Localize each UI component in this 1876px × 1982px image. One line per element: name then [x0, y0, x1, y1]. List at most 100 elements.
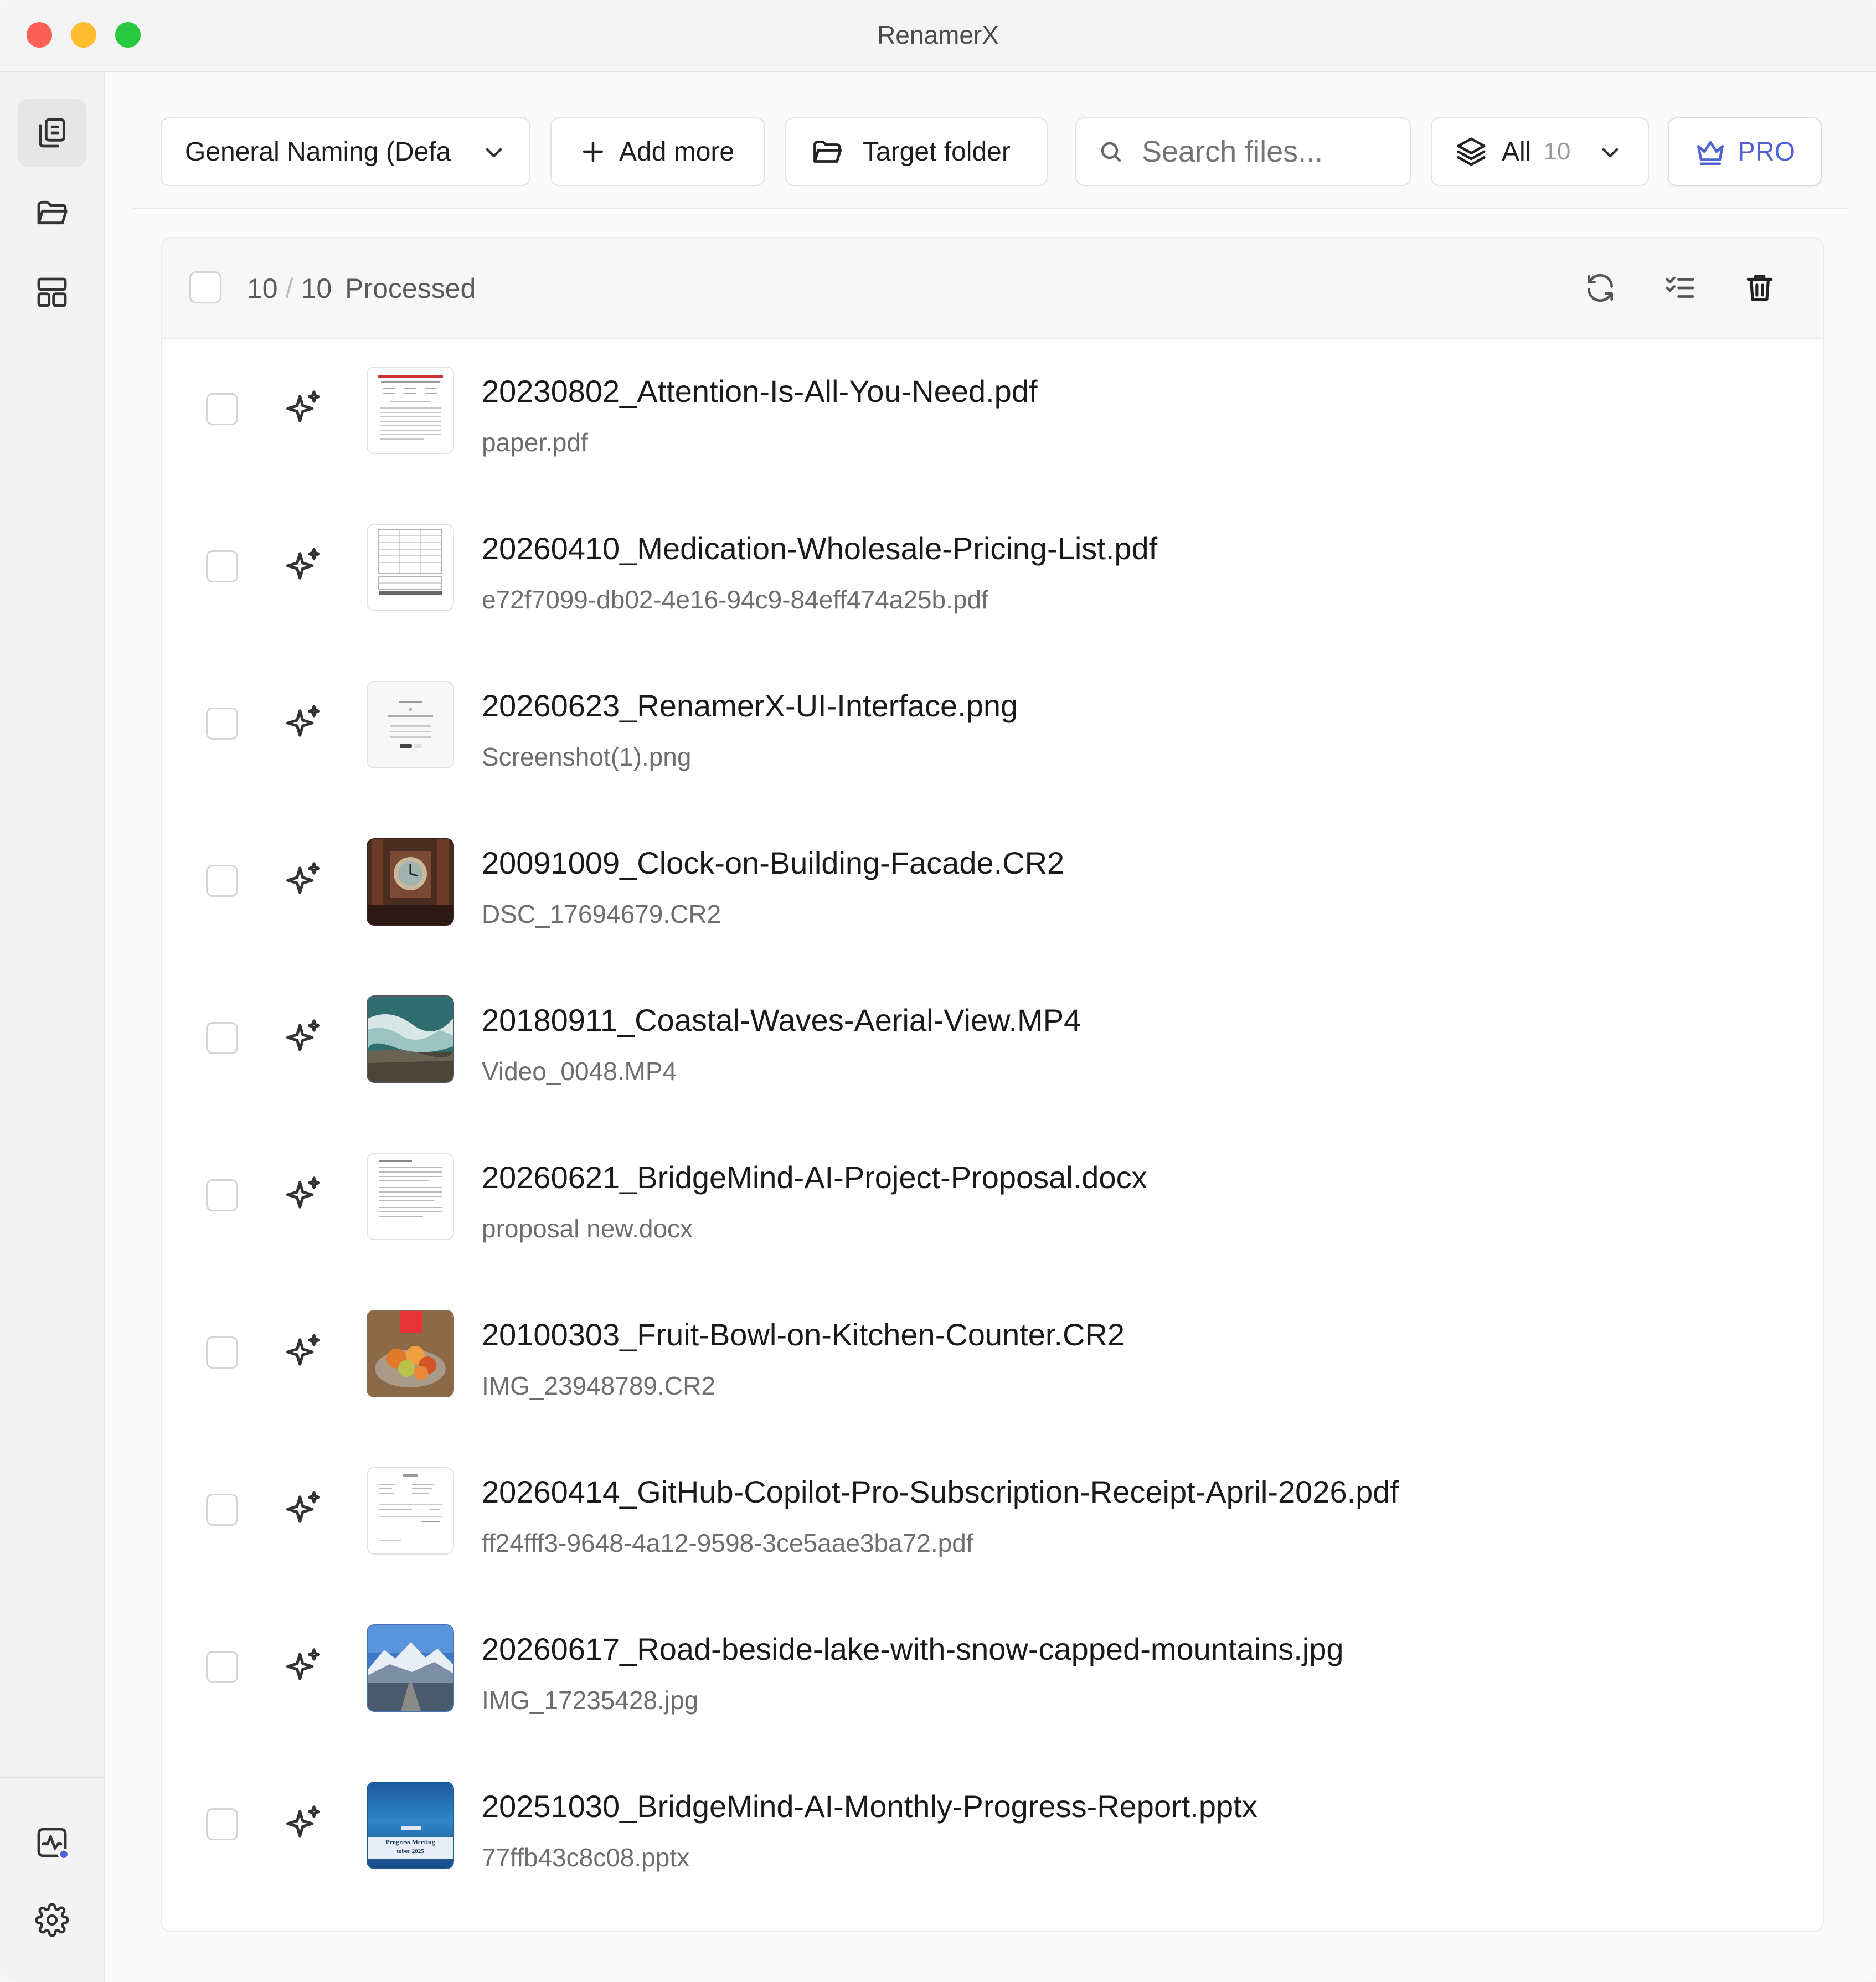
select-all-checkbox[interactable] — [189, 271, 221, 303]
processed-count: 10 — [247, 273, 278, 304]
gear-icon — [35, 1903, 69, 1937]
sidebar-item-files[interactable] — [18, 99, 86, 167]
naming-preset-dropdown[interactable]: General Naming (Defa — [161, 117, 530, 186]
file-row[interactable]: 20230802_Attention-Is-All-You-Need.pdf p… — [162, 339, 1823, 496]
app-window: RenamerX General Naming (Defa Add more T… — [0, 0, 1876, 1982]
file-thumbnail — [367, 1310, 454, 1397]
new-filename: 20260414_GitHub-Copilot-Pro-Subscription… — [482, 1474, 1399, 1509]
count-separator: / — [285, 273, 293, 304]
crown-icon — [1697, 141, 1724, 166]
new-filename: 20091009_Clock-on-Building-Facade.CR2 — [482, 845, 1065, 880]
sidebar-item-settings[interactable] — [18, 1886, 86, 1954]
file-row[interactable]: 20260414_GitHub-Copilot-Pro-Subscription… — [162, 1439, 1823, 1597]
original-filename: 77ffb43c8c08.pptx — [482, 1843, 690, 1872]
sidebar-item-folders[interactable] — [18, 178, 86, 247]
delete-button[interactable] — [1741, 269, 1779, 307]
slide-caption-line-1: Progress Meeting — [385, 1838, 435, 1846]
original-filename: DSC_17694679.CR2 — [482, 900, 721, 928]
file-thumbnail — [367, 1467, 454, 1555]
title-bar: RenamerX — [0, 0, 1876, 72]
row-checkbox[interactable] — [206, 708, 238, 740]
sidebar-item-activity[interactable] — [18, 1808, 86, 1877]
slide-logo — [401, 1826, 421, 1830]
layers-icon — [1457, 137, 1486, 166]
file-row[interactable]: 20260617_Road-beside-lake-with-snow-capp… — [162, 1597, 1823, 1754]
new-filename: 20260621_BridgeMind-AI-Project-Proposal.… — [482, 1160, 1147, 1195]
sparkle-icon[interactable] — [282, 859, 324, 901]
sparkle-icon[interactable] — [282, 545, 324, 587]
pro-button[interactable]: PRO — [1668, 117, 1822, 186]
original-filename: IMG_23948789.CR2 — [482, 1371, 715, 1400]
folder-open-icon — [813, 141, 842, 163]
row-checkbox[interactable] — [206, 393, 238, 425]
sparkle-icon[interactable] — [282, 388, 324, 430]
filter-count: 10 — [1543, 138, 1571, 165]
row-checkbox[interactable] — [206, 1651, 238, 1683]
naming-preset-label: General Naming (Defa — [185, 137, 451, 167]
row-checkbox[interactable] — [206, 1022, 238, 1054]
file-row[interactable]: Progress Meeting tober 2025 20251030_Bri… — [162, 1754, 1823, 1911]
search-input[interactable] — [1141, 134, 1409, 169]
search-box[interactable] — [1075, 117, 1411, 186]
target-folder-label: Target folder — [863, 137, 1011, 167]
toolbar-divider — [133, 208, 1849, 209]
file-thumbnail: Progress Meeting tober 2025 — [367, 1782, 454, 1869]
new-filename: 20251030_BridgeMind-AI-Monthly-Progress-… — [482, 1789, 1257, 1824]
trash-icon — [1746, 275, 1773, 301]
original-filename: Video_0048.MP4 — [482, 1057, 677, 1086]
list-header: 10/10 Processed — [162, 238, 1823, 339]
file-thumbnail — [367, 1624, 454, 1712]
target-folder-button[interactable]: Target folder — [785, 117, 1048, 186]
sparkle-icon[interactable] — [282, 1803, 324, 1845]
file-row[interactable]: 20091009_Clock-on-Building-Facade.CR2 DS… — [162, 811, 1823, 968]
files-icon — [39, 118, 65, 148]
sparkle-icon[interactable] — [282, 1488, 324, 1530]
row-checkbox[interactable] — [206, 1179, 238, 1211]
sparkle-icon[interactable] — [282, 702, 324, 744]
file-row[interactable]: 20260621_BridgeMind-AI-Project-Proposal.… — [162, 1125, 1823, 1282]
file-thumbnail — [367, 838, 454, 926]
slide-caption-line-2: tober 2025 — [396, 1848, 424, 1855]
chevron-down-icon — [486, 148, 502, 158]
sparkle-icon[interactable] — [282, 1331, 324, 1373]
filter-dropdown[interactable]: All 10 — [1431, 117, 1649, 186]
sidebar-divider — [0, 1777, 104, 1778]
sparkle-icon[interactable] — [282, 1645, 324, 1687]
pro-label: PRO — [1738, 137, 1796, 167]
new-filename: 20100303_Fruit-Bowl-on-Kitchen-Counter.C… — [482, 1317, 1125, 1352]
chevron-down-icon — [1602, 148, 1619, 158]
total-count: 10 — [301, 273, 332, 304]
file-row[interactable]: 20100303_Fruit-Bowl-on-Kitchen-Counter.C… — [162, 1282, 1823, 1439]
file-list-panel: 10/10 Processed 20230802_Attention-Is-Al… — [161, 237, 1824, 1932]
row-checkbox[interactable] — [206, 865, 238, 897]
search-icon — [1101, 142, 1121, 162]
row-checkbox[interactable] — [206, 1808, 238, 1840]
row-checkbox[interactable] — [206, 550, 238, 582]
file-row[interactable]: 20260410_Medication-Wholesale-Pricing-Li… — [162, 496, 1823, 653]
file-thumbnail — [367, 1153, 454, 1240]
refresh-icon — [1588, 273, 1613, 302]
original-filename: e72f7099-db02-4e16-94c9-84eff474a25b.pdf — [482, 585, 988, 614]
processed-status: Processed — [345, 273, 476, 304]
file-thumbnail — [367, 367, 454, 454]
select-list-button[interactable] — [1661, 269, 1699, 307]
window-title: RenamerX — [877, 20, 999, 49]
new-filename: 20260410_Medication-Wholesale-Pricing-Li… — [482, 531, 1158, 566]
sidebar — [0, 72, 105, 1982]
folder-icon — [37, 200, 68, 225]
add-more-button[interactable]: Add more — [550, 117, 765, 186]
file-row[interactable]: 20180911_Coastal-Waves-Aerial-View.MP4 V… — [162, 968, 1823, 1125]
activity-icon — [37, 1828, 70, 1860]
file-thumbnail — [367, 995, 454, 1083]
new-filename: 20230802_Attention-Is-All-You-Need.pdf — [482, 374, 1038, 409]
file-row[interactable]: 20260623_RenamerX-UI-Interface.png Scree… — [162, 653, 1823, 811]
refresh-button[interactable] — [1581, 269, 1619, 307]
row-checkbox[interactable] — [206, 1494, 238, 1526]
sparkle-icon[interactable] — [282, 1016, 324, 1059]
row-checkbox[interactable] — [206, 1336, 238, 1369]
sidebar-item-templates[interactable] — [18, 258, 86, 327]
file-thumbnail — [367, 681, 454, 768]
add-more-label: Add more — [619, 137, 735, 167]
file-thumbnail — [367, 524, 454, 611]
sparkle-icon[interactable] — [282, 1174, 324, 1216]
